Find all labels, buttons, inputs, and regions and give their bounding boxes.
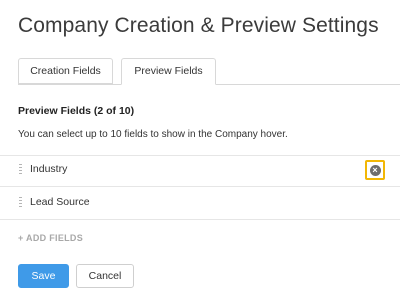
divider	[0, 186, 400, 187]
remove-field-button[interactable]: ×	[365, 160, 385, 180]
field-row-industry[interactable]: Industry	[0, 156, 400, 186]
page-title: Company Creation & Preview Settings	[18, 14, 379, 37]
cancel-button[interactable]: Cancel	[76, 264, 134, 288]
tab-bar: Creation Fields Preview Fields	[18, 58, 400, 85]
section-description: You can select up to 10 fields to show i…	[18, 129, 288, 140]
tab-preview-fields[interactable]: Preview Fields	[121, 58, 216, 85]
divider	[0, 219, 400, 220]
add-fields-link[interactable]: + ADD FIELDS	[18, 233, 83, 243]
field-label: Industry	[30, 163, 68, 175]
drag-handle-icon[interactable]	[19, 164, 22, 174]
save-button[interactable]: Save	[18, 264, 69, 288]
section-heading: Preview Fields (2 of 10)	[18, 105, 135, 117]
close-circle-icon: ×	[369, 164, 381, 176]
drag-handle-icon[interactable]	[19, 197, 22, 207]
field-row-lead-source[interactable]: Lead Source	[0, 189, 400, 219]
field-label: Lead Source	[30, 196, 90, 208]
tab-creation-fields[interactable]: Creation Fields	[18, 58, 113, 84]
